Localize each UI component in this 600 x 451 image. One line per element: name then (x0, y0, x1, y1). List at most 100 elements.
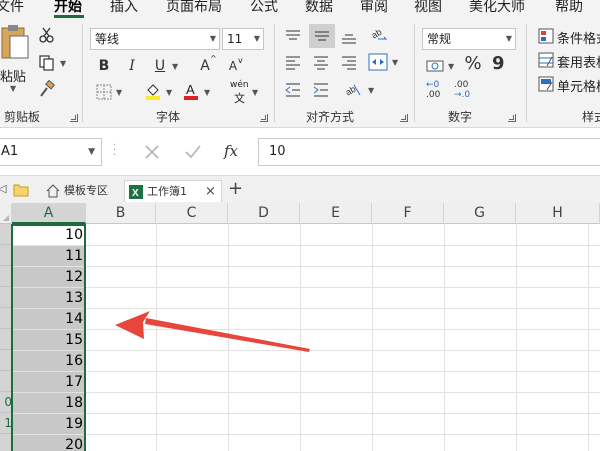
cell-styles-button[interactable]: 单元格样 (557, 76, 600, 95)
row-header[interactable] (0, 371, 12, 392)
borders-dropdown-icon[interactable]: ▼ (116, 88, 122, 97)
add-tab-button[interactable]: + (228, 178, 243, 199)
column-header-f[interactable]: F (372, 203, 444, 224)
phonetic-bottom[interactable]: 文 (234, 90, 245, 106)
insert-function-button[interactable]: fx (224, 142, 238, 160)
conditional-format-icon[interactable] (538, 28, 554, 44)
align-top-icon[interactable] (284, 28, 302, 44)
row-header[interactable] (0, 287, 12, 308)
row-header[interactable] (0, 224, 12, 245)
cell-a3[interactable]: 12 (12, 267, 85, 287)
percent-button[interactable]: % (464, 55, 482, 73)
cut-icon[interactable] (38, 26, 56, 44)
row-header[interactable]: 0 (0, 392, 12, 413)
row-header[interactable] (0, 308, 12, 329)
comma-style-button[interactable]: 9 (492, 55, 505, 73)
bold-button[interactable]: B (96, 58, 112, 74)
column-header-h[interactable]: H (516, 203, 600, 224)
number-format-select[interactable]: 常规 ▼ (422, 28, 516, 50)
cell-styles-icon[interactable] (538, 76, 554, 92)
font-color-dropdown-icon[interactable]: ▼ (204, 88, 210, 97)
column-header-g[interactable]: G (444, 203, 516, 224)
copy-dropdown-icon[interactable]: ▼ (60, 59, 66, 68)
column-header-e[interactable]: E (300, 203, 372, 224)
tab-review[interactable]: 审阅 (360, 0, 388, 16)
orientation-icon[interactable]: ab (370, 24, 390, 44)
row-header[interactable] (0, 329, 12, 350)
tab-file[interactable]: 文件 (0, 0, 24, 16)
column-header-d[interactable]: D (228, 203, 300, 224)
phonetic-top[interactable]: wén (230, 80, 249, 90)
row-header[interactable] (0, 245, 12, 266)
row-header[interactable] (0, 266, 12, 287)
tab-workbook[interactable]: X 工作簿1 × (124, 180, 222, 202)
align-bottom-icon[interactable] (340, 30, 358, 46)
increase-indent-icon[interactable] (312, 82, 330, 98)
row-header[interactable] (0, 434, 12, 451)
cell-a2[interactable]: 11 (12, 246, 85, 266)
tab-formulas[interactable]: 公式 (250, 0, 278, 16)
currency-icon[interactable] (426, 58, 446, 74)
row-header[interactable]: 1 (0, 413, 12, 434)
tab-home[interactable]: 开始 (54, 0, 82, 16)
font-name-select[interactable]: 等线 ▼ (90, 28, 220, 50)
fill-color-dropdown-icon[interactable]: ▼ (166, 88, 172, 97)
increase-decimal-button[interactable]: ←0 .00 (426, 80, 452, 106)
tab-page-layout[interactable]: 页面布局 (166, 0, 222, 16)
number-launcher-icon[interactable] (508, 114, 516, 122)
format-painter-icon[interactable] (38, 80, 56, 98)
cell-a6[interactable]: 15 (12, 330, 85, 350)
cancel-icon[interactable] (144, 144, 160, 160)
column-header-a[interactable]: A (12, 203, 86, 224)
fill-color-icon[interactable] (144, 82, 162, 100)
merge-center-icon[interactable] (368, 53, 388, 71)
cell-a11[interactable]: 20 (12, 435, 85, 451)
enter-icon[interactable] (184, 144, 202, 160)
underline-button[interactable]: U (152, 58, 168, 74)
align-right-icon[interactable] (340, 54, 358, 70)
column-header-b[interactable]: B (86, 203, 156, 224)
folder-icon[interactable] (13, 183, 29, 197)
cell-a5[interactable]: 14 (12, 309, 85, 329)
cell-a1[interactable]: 10 (12, 225, 85, 245)
text-direction-icon[interactable]: ab (344, 81, 364, 99)
merge-dropdown-icon[interactable]: ▼ (392, 58, 398, 67)
tab-view[interactable]: 视图 (414, 0, 442, 16)
font-launcher-icon[interactable] (260, 114, 268, 122)
tab-help[interactable]: 帮助 (555, 0, 583, 16)
alignment-launcher-icon[interactable] (400, 114, 408, 122)
borders-icon[interactable] (96, 84, 112, 100)
cell-a4[interactable]: 13 (12, 288, 85, 308)
paste-button[interactable]: 粘贴 ▼ (0, 22, 30, 93)
decrease-indent-icon[interactable] (284, 82, 302, 98)
phonetic-dropdown-icon[interactable]: ▼ (252, 88, 258, 97)
clipboard-launcher-icon[interactable] (70, 114, 78, 122)
cell-a9[interactable]: 18 (12, 393, 85, 413)
name-box[interactable]: A1 ▼ (0, 138, 102, 166)
font-color-icon[interactable]: A (182, 82, 200, 100)
cell-a10[interactable]: 19 (12, 414, 85, 434)
tab-beautify-master[interactable]: 美化大师 (469, 0, 525, 16)
decrease-decimal-button[interactable]: .00 →.0 (454, 80, 480, 106)
formula-input[interactable]: 10 (258, 138, 600, 166)
currency-dropdown-icon[interactable]: ▼ (448, 62, 454, 71)
select-all-button[interactable] (0, 203, 12, 224)
column-header-c[interactable]: C (156, 203, 228, 224)
tab-insert[interactable]: 插入 (110, 0, 138, 16)
copy-icon[interactable] (38, 54, 56, 72)
font-size-select[interactable]: 11 ▼ (222, 28, 264, 50)
format-as-table-button[interactable]: 套用表格 (557, 52, 600, 71)
spreadsheet-grid[interactable]: A B C D E F G H 0 1 10 11 12 13 14 15 16… (0, 203, 600, 451)
cell-a8[interactable]: 17 (12, 372, 85, 392)
tab-data[interactable]: 数据 (305, 0, 333, 16)
close-icon[interactable]: × (205, 181, 216, 203)
cell-a7[interactable]: 16 (12, 351, 85, 371)
italic-button[interactable]: I (124, 58, 140, 74)
align-center-icon[interactable] (312, 54, 330, 70)
text-direction-dropdown-icon[interactable]: ▼ (368, 86, 374, 95)
align-left-icon[interactable] (284, 54, 302, 70)
conditional-format-button[interactable]: 条件格式 (557, 28, 600, 47)
format-as-table-icon[interactable] (538, 52, 554, 68)
tab-templates[interactable]: 模板专区 (42, 180, 120, 202)
previous-icon[interactable]: ◁ (0, 182, 6, 195)
